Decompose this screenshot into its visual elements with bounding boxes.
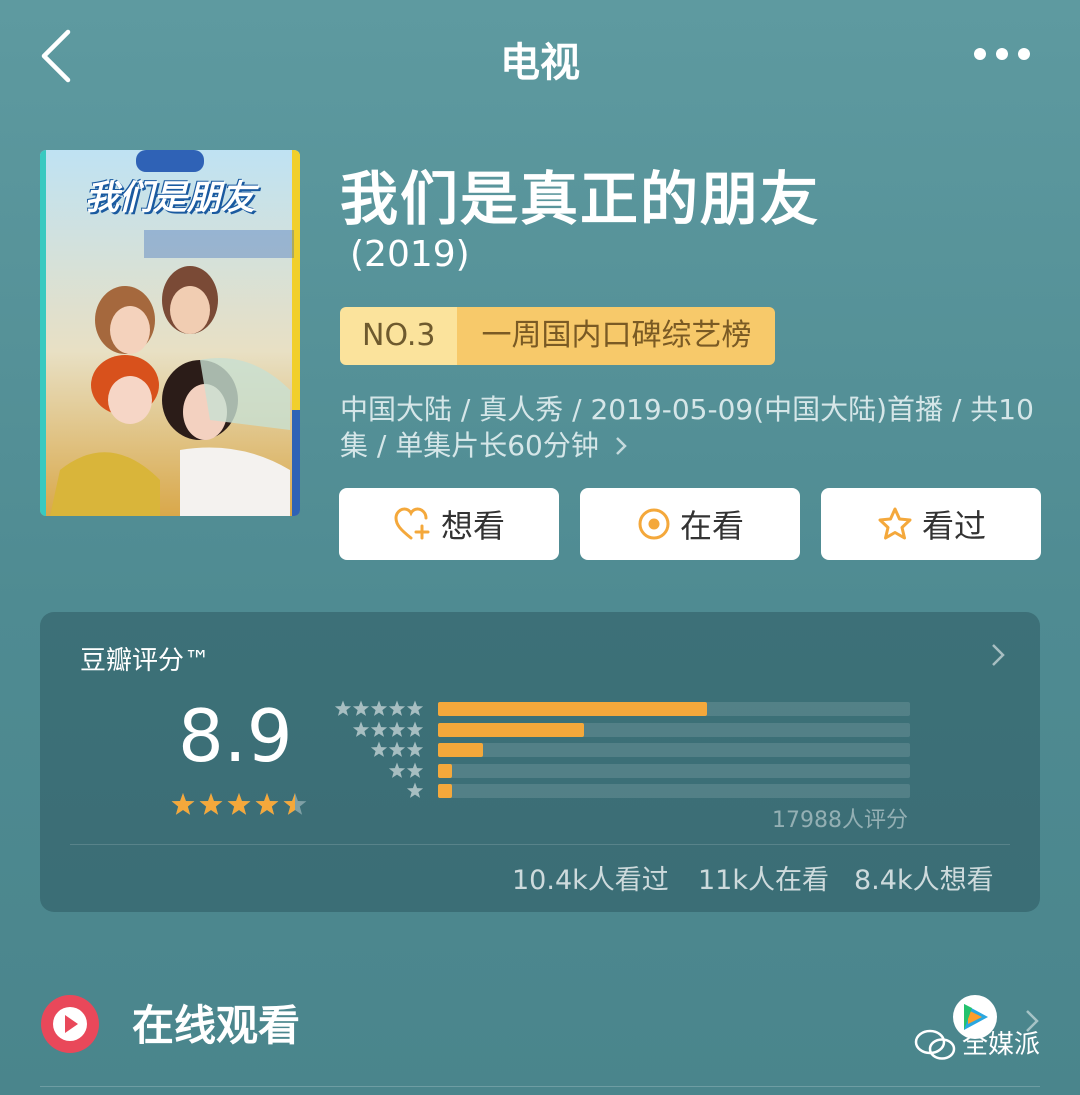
- watching-button[interactable]: 在看: [580, 488, 800, 560]
- watching-count: 11k人在看: [698, 865, 829, 896]
- want-to-watch-button[interactable]: 想看: [339, 488, 559, 560]
- watch-online-row[interactable]: 在线观看 全媒派: [0, 980, 1080, 1070]
- star-icon: [406, 762, 424, 778]
- star-icon: [388, 721, 406, 737]
- watermark-text: 全媒派: [962, 1030, 1041, 1060]
- star-icon: [406, 741, 424, 757]
- ranking-badge[interactable]: NO.3 一周国内口碑综艺榜: [340, 307, 776, 365]
- rating-bar-fill: [438, 763, 453, 778]
- show-meta-text: 中国大陆 / 真人秀 / 2019-05-09(中国大陆)首播 / 共10集 /…: [340, 393, 1034, 462]
- rating-score: 8.9: [178, 694, 293, 778]
- star-icon: [370, 741, 388, 757]
- top-nav-bar: 电视: [0, 0, 1080, 110]
- want-to-watch-label: 想看: [440, 507, 505, 545]
- watched-button[interactable]: 看过: [821, 488, 1041, 560]
- target-circle-icon: [638, 508, 670, 540]
- star-icon: [406, 721, 424, 737]
- rank-list-name: 一周国内口碑综艺榜: [457, 307, 776, 365]
- star-icon: [406, 782, 424, 798]
- rating-bar-track: [438, 763, 910, 778]
- rating-bar-fill: [438, 784, 453, 798]
- star-icon: [388, 762, 406, 778]
- wechat-icon: [914, 1029, 956, 1060]
- play-icon[interactable]: [40, 994, 100, 1054]
- watched-count: 10.4k人看过: [512, 865, 669, 896]
- rating-bar-fill: [438, 743, 483, 757]
- poster-title: 我们是朋友: [85, 178, 255, 218]
- heart-plus-icon: [394, 507, 430, 540]
- star-icon: [352, 700, 370, 716]
- more-dots-icon[interactable]: [970, 40, 1034, 68]
- page-title: 电视: [500, 40, 580, 86]
- show-year: (2019): [350, 234, 470, 275]
- chevron-right-icon: [615, 437, 627, 455]
- want-count: 8.4k人想看: [854, 865, 994, 896]
- rating-bar-track: [438, 722, 910, 737]
- show-poster[interactable]: 我们是朋友: [40, 150, 300, 516]
- rating-bar-stars: [352, 721, 424, 737]
- star-icon: [388, 700, 406, 716]
- rating-title: 豆瓣评分™: [80, 646, 211, 676]
- show-title: 我们是真正的朋友: [340, 165, 821, 233]
- star-icon: [352, 721, 370, 737]
- watched-label: 看过: [921, 507, 986, 545]
- chevron-right-icon: [992, 644, 1005, 666]
- rating-count: 17988人评分: [772, 808, 908, 833]
- star-icon: [370, 721, 388, 737]
- rating-bar-row-5-star: [334, 700, 954, 718]
- rating-bar-fill: [438, 722, 585, 737]
- rank-number: NO.3: [340, 307, 458, 365]
- rating-bar-track: [438, 702, 910, 716]
- rating-bar-track: [438, 784, 910, 798]
- watching-label: 在看: [679, 507, 744, 545]
- action-buttons: 想看 在看 看过: [339, 488, 1041, 560]
- rating-bar-stars: [370, 741, 424, 757]
- rating-bar-track: [438, 743, 910, 757]
- rating-bar-row-2-star: [334, 762, 954, 780]
- rating-bar-stars: [334, 700, 424, 716]
- rating-bar-row-1-star: [334, 782, 954, 800]
- watch-online-label: 在线观看: [132, 1001, 301, 1050]
- rating-bar-stars: [406, 782, 424, 798]
- show-meta[interactable]: 中国大陆 / 真人秀 / 2019-05-09(中国大陆)首播 / 共10集 /…: [340, 392, 1040, 464]
- star-icon: [370, 700, 388, 716]
- divider: [70, 844, 1010, 845]
- star-icon: [406, 700, 424, 716]
- star-icon: [334, 700, 352, 716]
- rating-bar-row-3-star: [334, 741, 954, 759]
- rating-card[interactable]: 豆瓣评分™ 8.9 17988人评分 10.4k人看过 11k人在看 8.4k人…: [40, 612, 1040, 912]
- divider: [40, 1086, 1040, 1087]
- rating-bar-stars: [388, 762, 424, 778]
- star-outline-icon: [878, 507, 912, 540]
- star-icon: [388, 741, 406, 757]
- rating-bar-row-4-star: [334, 721, 954, 739]
- rating-bar-fill: [438, 702, 708, 716]
